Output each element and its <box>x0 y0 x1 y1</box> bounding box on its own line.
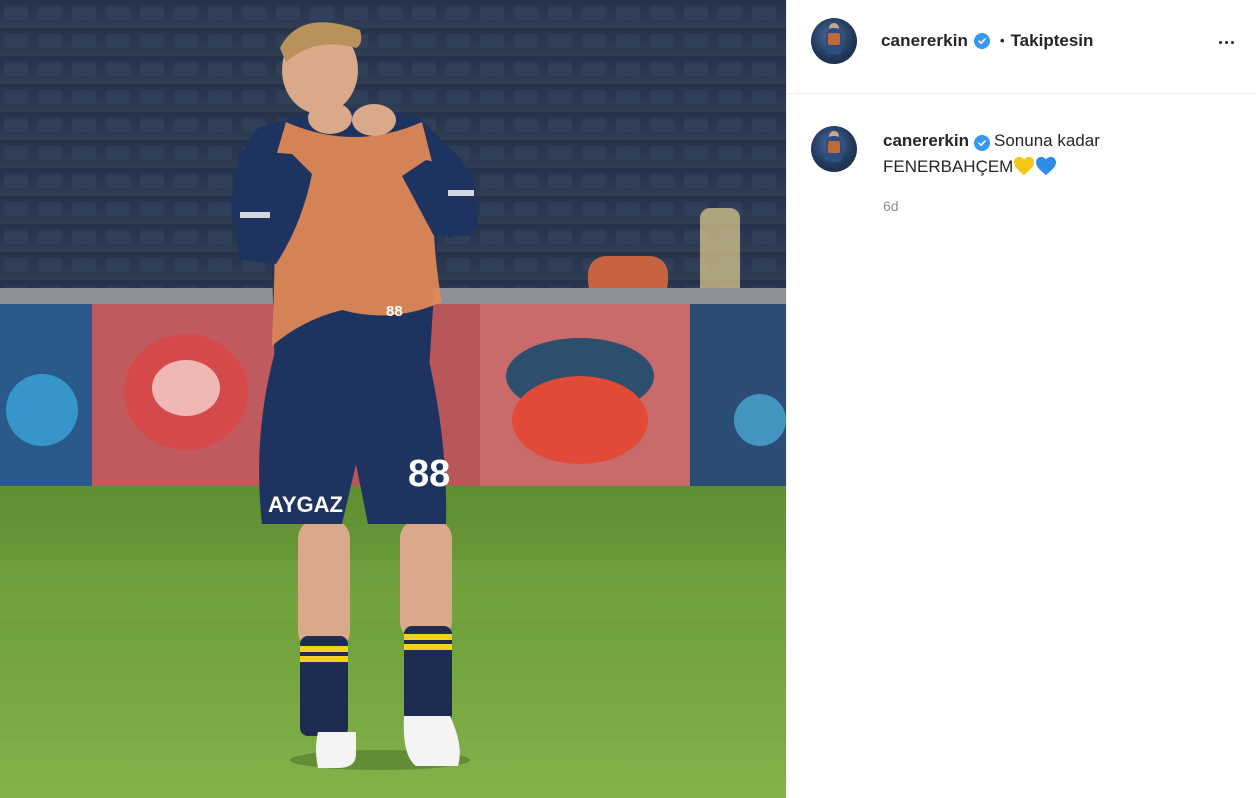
shirt-number: 88 <box>386 303 403 320</box>
verified-badge-icon <box>974 135 990 151</box>
avatar[interactable] <box>811 17 857 64</box>
blue-heart-icon <box>1036 156 1057 176</box>
caption-avatar[interactable] <box>811 126 857 172</box>
caption-line-2: FENERBAHÇEM <box>883 157 1014 176</box>
post-timestamp[interactable]: 6d <box>883 198 1100 214</box>
yellow-heart-icon <box>1014 156 1035 176</box>
shorts-sponsor: AYGAZ <box>268 492 343 517</box>
instagram-post: 88 88 AYGAZ canererkin • Takiptesin cane… <box>0 0 1256 798</box>
header-username[interactable]: canererkin <box>881 31 968 51</box>
follow-status-button[interactable]: Takiptesin <box>1011 31 1094 51</box>
caption-body: canererkin Sonuna kadar FENERBAHÇEM 6d <box>883 128 1100 214</box>
post-header: canererkin • Takiptesin <box>787 0 1256 94</box>
caption-line-1: Sonuna kadar <box>994 131 1100 150</box>
ellipsis-icon[interactable] <box>1212 29 1240 57</box>
shorts-number: 88 <box>408 453 450 495</box>
post-photo[interactable]: 88 88 AYGAZ <box>0 0 786 798</box>
caption-username[interactable]: canererkin <box>883 131 969 150</box>
player-photo-illustration: 88 88 AYGAZ <box>0 0 786 798</box>
caption-comment: canererkin Sonuna kadar FENERBAHÇEM 6d <box>787 94 1256 214</box>
post-side-panel: canererkin • Takiptesin canererkin Sonuna… <box>786 0 1256 798</box>
caption-text: canererkin Sonuna kadar FENERBAHÇEM <box>883 128 1100 180</box>
verified-badge-icon <box>974 32 990 49</box>
separator-dot: • <box>1000 33 1005 48</box>
